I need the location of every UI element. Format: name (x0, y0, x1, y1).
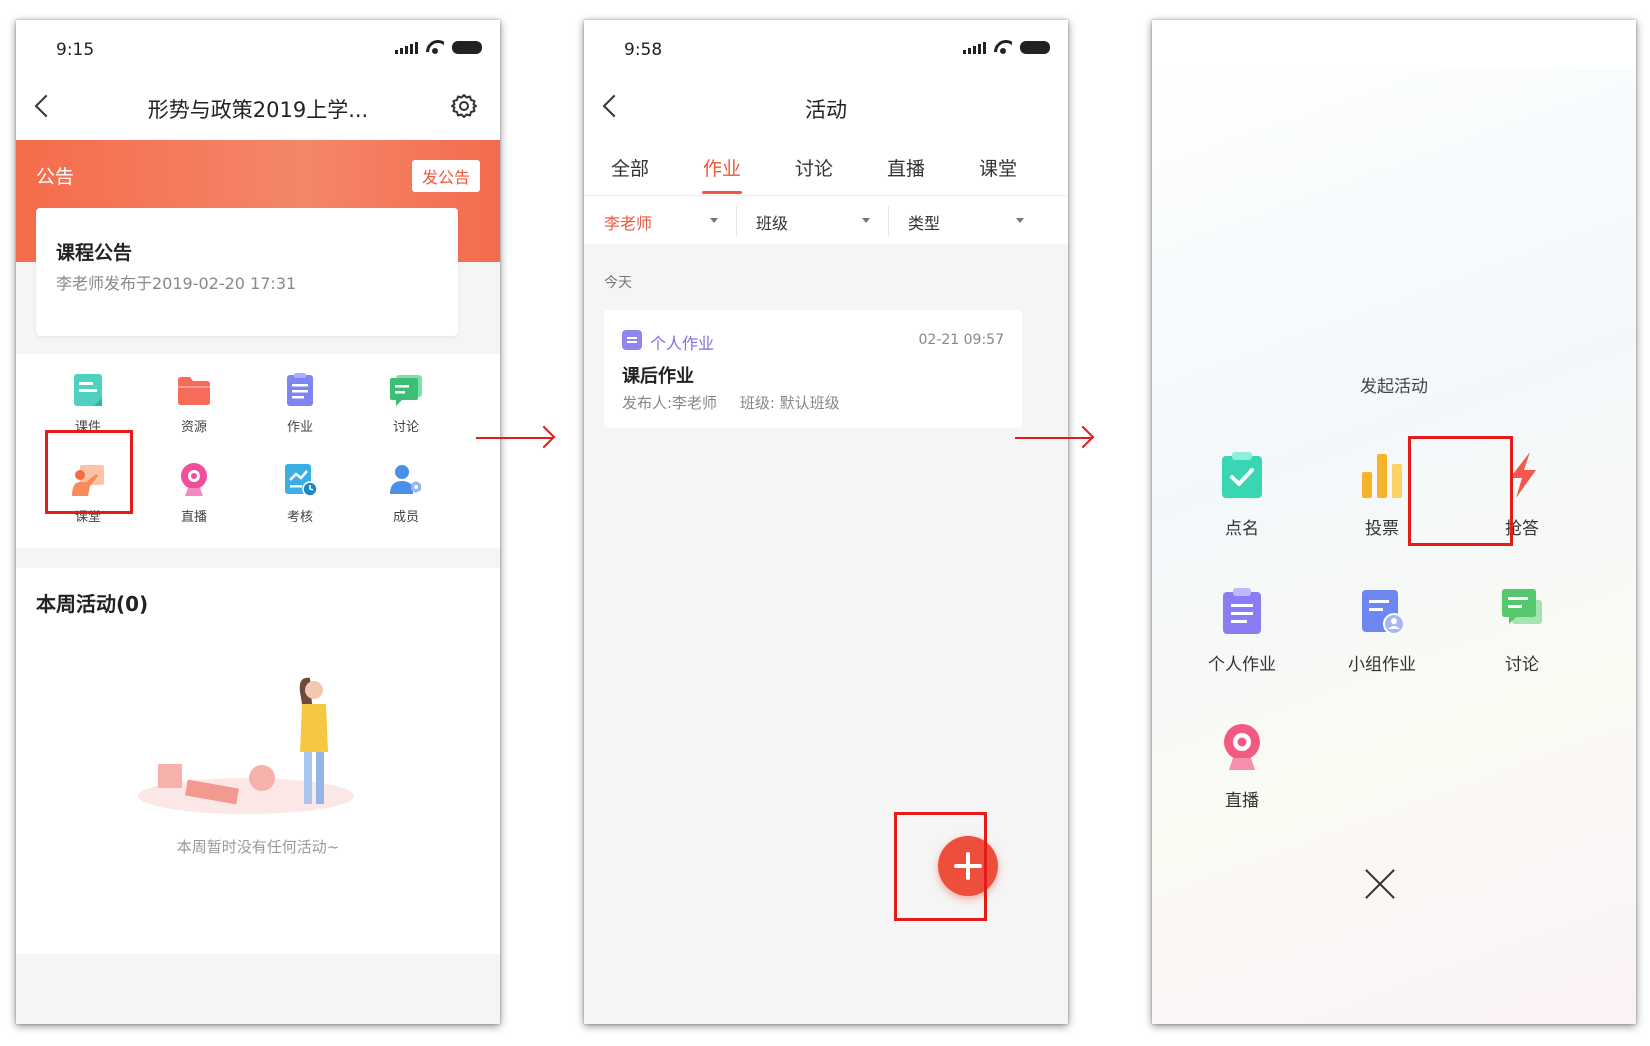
grid-item-live[interactable]: 直播 (150, 462, 238, 542)
notice-title: 课程公告 (56, 242, 133, 264)
page-title: 形势与政策2019上学... (147, 98, 369, 122)
activity-list-screen: 9:58 活动 全部 作业 讨论 直播 课堂 李老师 班级 类型 今天 个人作业… (584, 20, 1068, 1024)
activity-group-homework[interactable]: 小组作业 (1322, 586, 1442, 678)
roll-call-icon (1222, 452, 1262, 498)
notice-subtitle: 李老师发布于2019-02-20 17:31 (56, 274, 297, 293)
post-announcement-button[interactable]: 发公告 (411, 160, 480, 192)
page-title: 活动 (805, 98, 847, 122)
course-home-screen: 9:15 形势与政策2019上学... 公告 发公告 课程公告 李老师发布于20… (16, 20, 500, 1024)
courseware-icon (74, 374, 102, 406)
grid-item-assessment[interactable]: 考核 (256, 462, 344, 542)
activity-card[interactable]: 个人作业 02-21 09:57 课后作业 发布人:李老师 班级: 默认班级 (604, 310, 1022, 428)
filter-class[interactable]: 班级 (756, 210, 788, 234)
battery-icon (1020, 40, 1050, 54)
filter-teacher[interactable]: 李老师 (604, 210, 652, 234)
tab-classroom[interactable]: 课堂 (952, 154, 1044, 181)
chevron-down-icon (1016, 218, 1024, 223)
notice-card[interactable]: 课程公告 李老师发布于2019-02-20 17:31 (36, 208, 458, 336)
chevron-down-icon (862, 218, 870, 223)
flow-arrow-1 (476, 437, 554, 439)
grid-item-resources[interactable]: 资源 (150, 372, 238, 452)
close-icon[interactable] (1362, 866, 1398, 902)
activity-type: 个人作业 (650, 334, 715, 353)
highlight-quick-answer (1408, 436, 1513, 546)
active-tab-indicator (702, 191, 742, 194)
activity-publisher: 发布人:李老师 (622, 394, 718, 412)
tab-all[interactable]: 全部 (584, 154, 676, 181)
banner-label: 公告 (36, 166, 75, 188)
grid-item-discussion[interactable]: 讨论 (362, 372, 450, 452)
assessment-icon (285, 464, 318, 497)
filter-bar: 李老师 班级 类型 (584, 196, 1068, 244)
gear-icon[interactable] (450, 92, 478, 120)
activity-discussion[interactable]: 讨论 (1462, 586, 1582, 678)
document-icon (622, 330, 642, 350)
activity-meta: 发布人:李老师 班级: 默认班级 (622, 392, 840, 413)
status-bar: 9:58 (584, 20, 1068, 78)
folder-icon (178, 377, 210, 405)
nav-bar: 活动 (584, 78, 1068, 140)
group-homework-icon (1362, 590, 1404, 635)
chevron-down-icon (710, 218, 718, 223)
page-title: 发起活动 (1360, 377, 1428, 397)
live-icon (181, 463, 207, 496)
flow-arrow-2 (1015, 437, 1093, 439)
members-icon (390, 465, 421, 494)
filter-type[interactable]: 类型 (908, 210, 940, 234)
empty-illustration (138, 677, 354, 814)
weekly-activity-title: 本周活动(0) (36, 592, 149, 616)
weekly-activity-panel: 本周活动(0) 本周暂时没有任何活动~ (16, 568, 500, 954)
activity-class: 班级: 默认班级 (739, 394, 840, 412)
grid-item-members[interactable]: 成员 (362, 462, 450, 542)
tab-homework[interactable]: 作业 (676, 154, 768, 181)
tutorial-figure: 9:15 形势与政策2019上学... 公告 发公告 课程公告 李老师发布于20… (0, 0, 1650, 1046)
wifi-icon (994, 40, 1012, 54)
signal-icon (963, 40, 986, 54)
discussion-icon (390, 375, 422, 406)
vote-icon (1362, 454, 1402, 498)
status-time: 9:58 (624, 40, 663, 60)
tab-discussion[interactable]: 讨论 (768, 154, 860, 181)
discussion-icon (1502, 589, 1542, 624)
status-time: 9:15 (56, 40, 95, 60)
activity-time: 02-21 09:57 (918, 332, 1004, 348)
start-activity-screen: 发起活动 点名 投票 抢答 个人作业 小组作业 讨论 直播 (1152, 20, 1636, 1024)
activity-live[interactable]: 直播 (1182, 722, 1302, 814)
highlight-add-button (894, 812, 987, 921)
homework-icon (287, 373, 313, 406)
activity-title: 课后作业 (622, 366, 694, 387)
tab-live[interactable]: 直播 (860, 154, 952, 181)
empty-state-text: 本周暂时没有任何活动~ (176, 838, 340, 856)
live-icon (1224, 724, 1260, 770)
activity-tabs: 全部 作业 讨论 直播 课堂 (584, 140, 1068, 196)
activity-roll-call[interactable]: 点名 (1182, 450, 1302, 542)
battery-icon (452, 40, 482, 54)
signal-icon (395, 40, 418, 54)
highlight-classroom (45, 430, 133, 514)
status-bar: 9:15 (16, 20, 500, 78)
activity-personal-homework[interactable]: 个人作业 (1182, 586, 1302, 678)
wifi-icon (426, 40, 444, 54)
nav-bar: 形势与政策2019上学... (16, 78, 500, 140)
grid-item-homework[interactable]: 作业 (256, 372, 344, 452)
personal-homework-icon (1223, 588, 1261, 634)
section-label: 今天 (604, 275, 632, 291)
